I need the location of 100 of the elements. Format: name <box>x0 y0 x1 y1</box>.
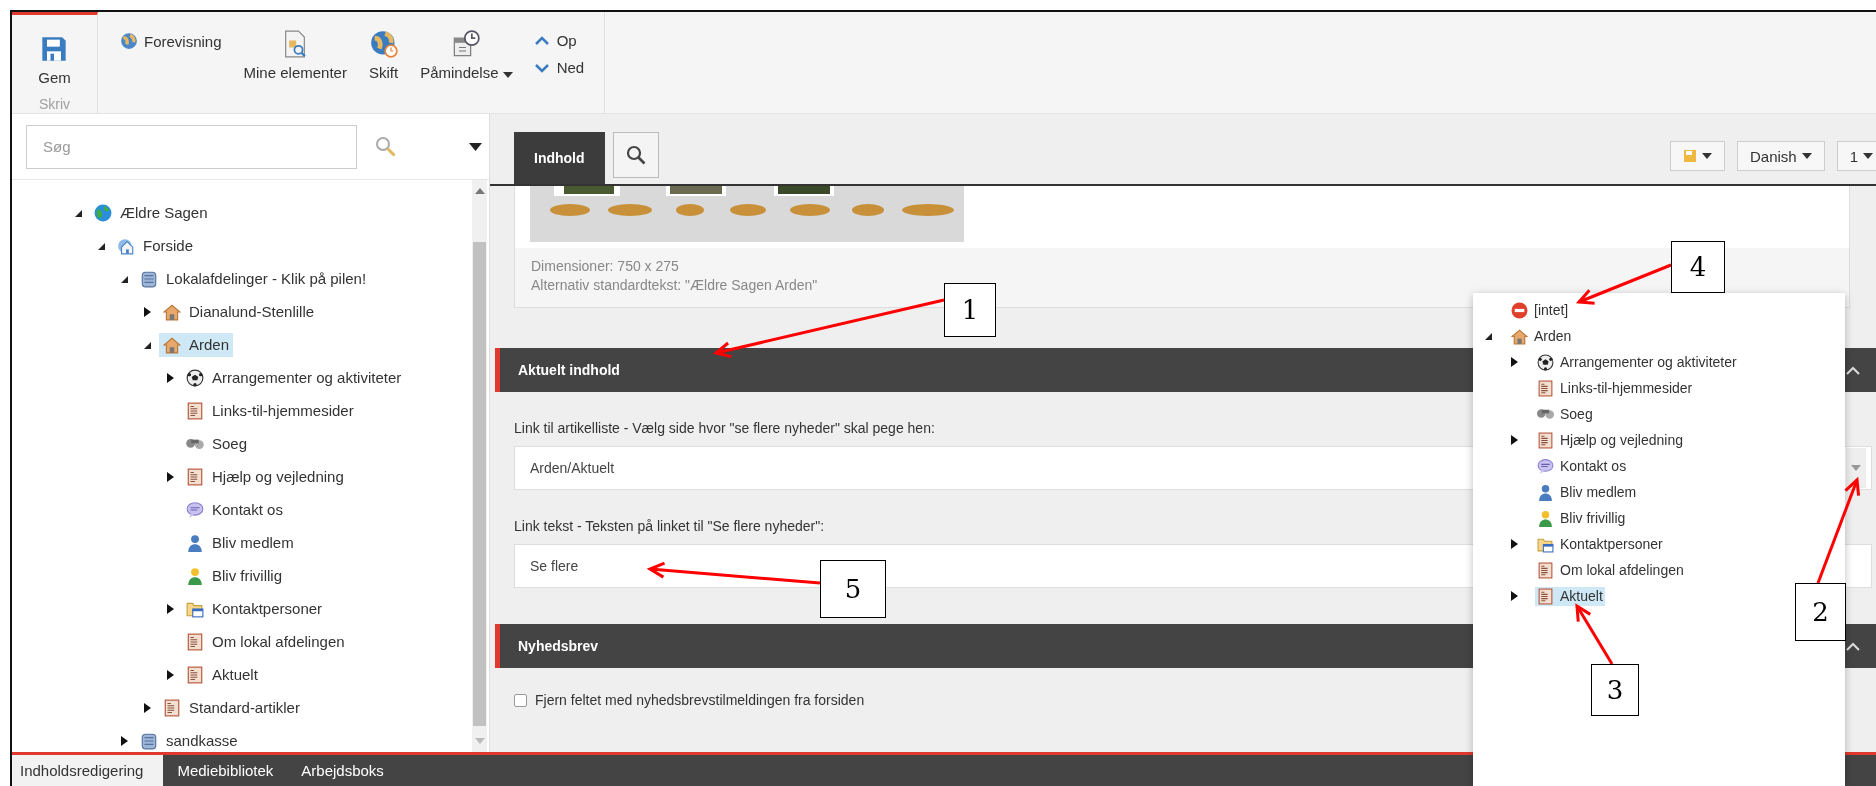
chevron-up-icon <box>1846 641 1860 651</box>
collapsed-arrow-icon[interactable] <box>165 471 175 482</box>
bottom-tab[interactable]: Indholdsredigering <box>12 755 164 786</box>
tree-item[interactable]: Arden <box>1509 326 1574 346</box>
collapsed-arrow-icon[interactable] <box>119 735 129 746</box>
bottom-tab[interactable]: Arbejdsboks <box>287 755 398 786</box>
collapsed-arrow-icon[interactable] <box>1509 539 1519 549</box>
move-down-button[interactable]: Ned <box>534 59 585 76</box>
chevron-up-icon <box>1846 365 1860 375</box>
scrollbar-thumb[interactable] <box>473 242 486 726</box>
tree-item[interactable]: Bliv frivillig <box>1535 508 1628 528</box>
tree-item[interactable]: sandkasse <box>136 728 242 753</box>
tree-item[interactable]: Soeg <box>1535 405 1595 423</box>
field-label: Link til artikelliste - Vælg side hvor "se flere nyheder" skal pege hen: <box>514 420 935 436</box>
section-title: Aktuelt indhold <box>518 362 620 378</box>
tree-item[interactable]: Kontaktpersoner <box>182 596 327 621</box>
binoculars-icon <box>1537 409 1554 419</box>
document-icon <box>1537 379 1554 397</box>
house-globe-icon <box>117 236 135 255</box>
tree-item[interactable]: Lokalafdelinger - Klik på pilen! <box>136 266 371 291</box>
group-label: Skriv <box>38 96 71 112</box>
bottom-tab[interactable]: Mediebibliotek <box>163 755 288 786</box>
tree-item[interactable]: Ældre Sagen <box>90 200 212 225</box>
tree-item[interactable]: Kontakt os <box>1535 456 1629 476</box>
document-icon <box>186 467 204 486</box>
collapsed-arrow-icon[interactable] <box>165 669 175 680</box>
tree-item[interactable]: Aktuelt <box>1535 586 1605 606</box>
dropdown-button[interactable]: Danish <box>1736 141 1825 171</box>
document-icon <box>186 401 204 420</box>
collapsed-arrow-icon[interactable] <box>1509 435 1519 445</box>
tree-item[interactable]: Hjælp og vejledning <box>182 464 348 489</box>
dropdown-button[interactable] <box>1846 448 1866 488</box>
collapsed-arrow-icon[interactable] <box>165 372 175 383</box>
document-icon <box>163 698 181 717</box>
house-icon <box>1511 327 1528 345</box>
database-icon <box>140 731 158 750</box>
checkbox[interactable] <box>514 693 527 707</box>
section-title: Nyhedsbrev <box>518 638 599 654</box>
collapsed-arrow-icon[interactable] <box>142 702 152 713</box>
tree-item[interactable]: Dianalund-Stenlille <box>159 299 319 324</box>
speech-bubble-icon <box>186 500 204 519</box>
toolbar-button[interactable]: Mine elementer <box>243 30 347 81</box>
callout-number: 2 <box>1795 583 1846 641</box>
tree-item[interactable]: Aktuelt <box>182 662 262 687</box>
ball-icon <box>1537 353 1554 371</box>
preview-button[interactable]: Forevisning <box>120 30 222 50</box>
tree-item[interactable]: [intet] <box>1509 300 1571 320</box>
tree-item[interactable]: Kontakt os <box>182 497 287 522</box>
globe-clock-icon <box>369 30 398 58</box>
toolbar-button[interactable]: Skift <box>368 30 399 81</box>
no-entry-icon <box>1511 301 1528 319</box>
field-label: Link tekst - Teksten på linket til "Se flere nyheder": <box>514 518 825 534</box>
reminder-dropdown[interactable]: Påmindelse <box>420 30 513 81</box>
tree-item[interactable]: Arrangementer og aktiviteter <box>1535 352 1739 372</box>
annotation-arrow <box>1575 603 1614 665</box>
content-tab[interactable]: Indhold <box>514 132 605 184</box>
tree-item[interactable]: Soeg <box>182 432 252 455</box>
chevron-down-icon <box>534 62 549 73</box>
save-button[interactable]: Gem <box>38 35 71 86</box>
tree-item[interactable]: Om lokal afdelingen <box>1535 560 1686 580</box>
caret-icon <box>469 142 482 151</box>
caret-icon <box>1701 153 1712 159</box>
checkbox-label: Fjern feltet med nyhedsbrevstilmeldingen fra forsiden <box>535 692 865 708</box>
document-icon <box>186 665 204 684</box>
search-field[interactable]: Søg <box>26 124 357 169</box>
expanded-arrow-icon[interactable] <box>1483 331 1493 341</box>
collapsed-arrow-icon[interactable] <box>1509 591 1519 601</box>
image-dimensions: Dimensioner: 750 x 275 <box>531 258 679 274</box>
scroll-up-icon[interactable] <box>474 188 485 194</box>
tree-item[interactable]: Bliv medlem <box>182 530 298 555</box>
tree-item[interactable]: Standard-artikler <box>159 695 304 720</box>
collapsed-arrow-icon[interactable] <box>1509 357 1519 367</box>
callout-number: 1 <box>944 283 996 337</box>
tree-item[interactable]: Arden <box>159 332 234 357</box>
database-icon <box>140 269 158 288</box>
tree-item[interactable]: Links-til-hjemmesider <box>182 398 358 423</box>
tree-item[interactable]: Arrangementer og aktiviteter <box>182 365 406 390</box>
dropdown-button[interactable]: 1 <box>1836 141 1876 171</box>
collapsed-arrow-icon[interactable] <box>165 603 175 614</box>
globe-icon <box>120 32 138 50</box>
tree-item[interactable]: Bliv frivillig <box>182 563 286 588</box>
callout-number: 3 <box>1591 664 1639 716</box>
save-icon <box>1682 149 1697 163</box>
move-up-button[interactable]: Op <box>534 32 585 49</box>
collapsed-arrow-icon[interactable] <box>142 306 152 317</box>
tree-item[interactable]: Forside <box>113 233 198 258</box>
chevron-up-icon <box>534 35 549 46</box>
save-icon <box>40 35 69 63</box>
callout-number: 4 <box>1671 241 1725 293</box>
speech-bubble-icon <box>1537 457 1554 475</box>
calendar-clock-icon <box>452 30 481 58</box>
document-icon <box>1537 561 1554 579</box>
search-icon <box>625 145 646 165</box>
search-tab[interactable] <box>612 132 659 178</box>
person-icon <box>1537 483 1554 501</box>
person-icon <box>1537 509 1554 527</box>
caret-icon <box>502 72 513 78</box>
tree-item[interactable]: Om lokal afdelingen <box>182 629 349 654</box>
binoculars-icon <box>186 438 204 449</box>
person-icon <box>186 566 204 585</box>
